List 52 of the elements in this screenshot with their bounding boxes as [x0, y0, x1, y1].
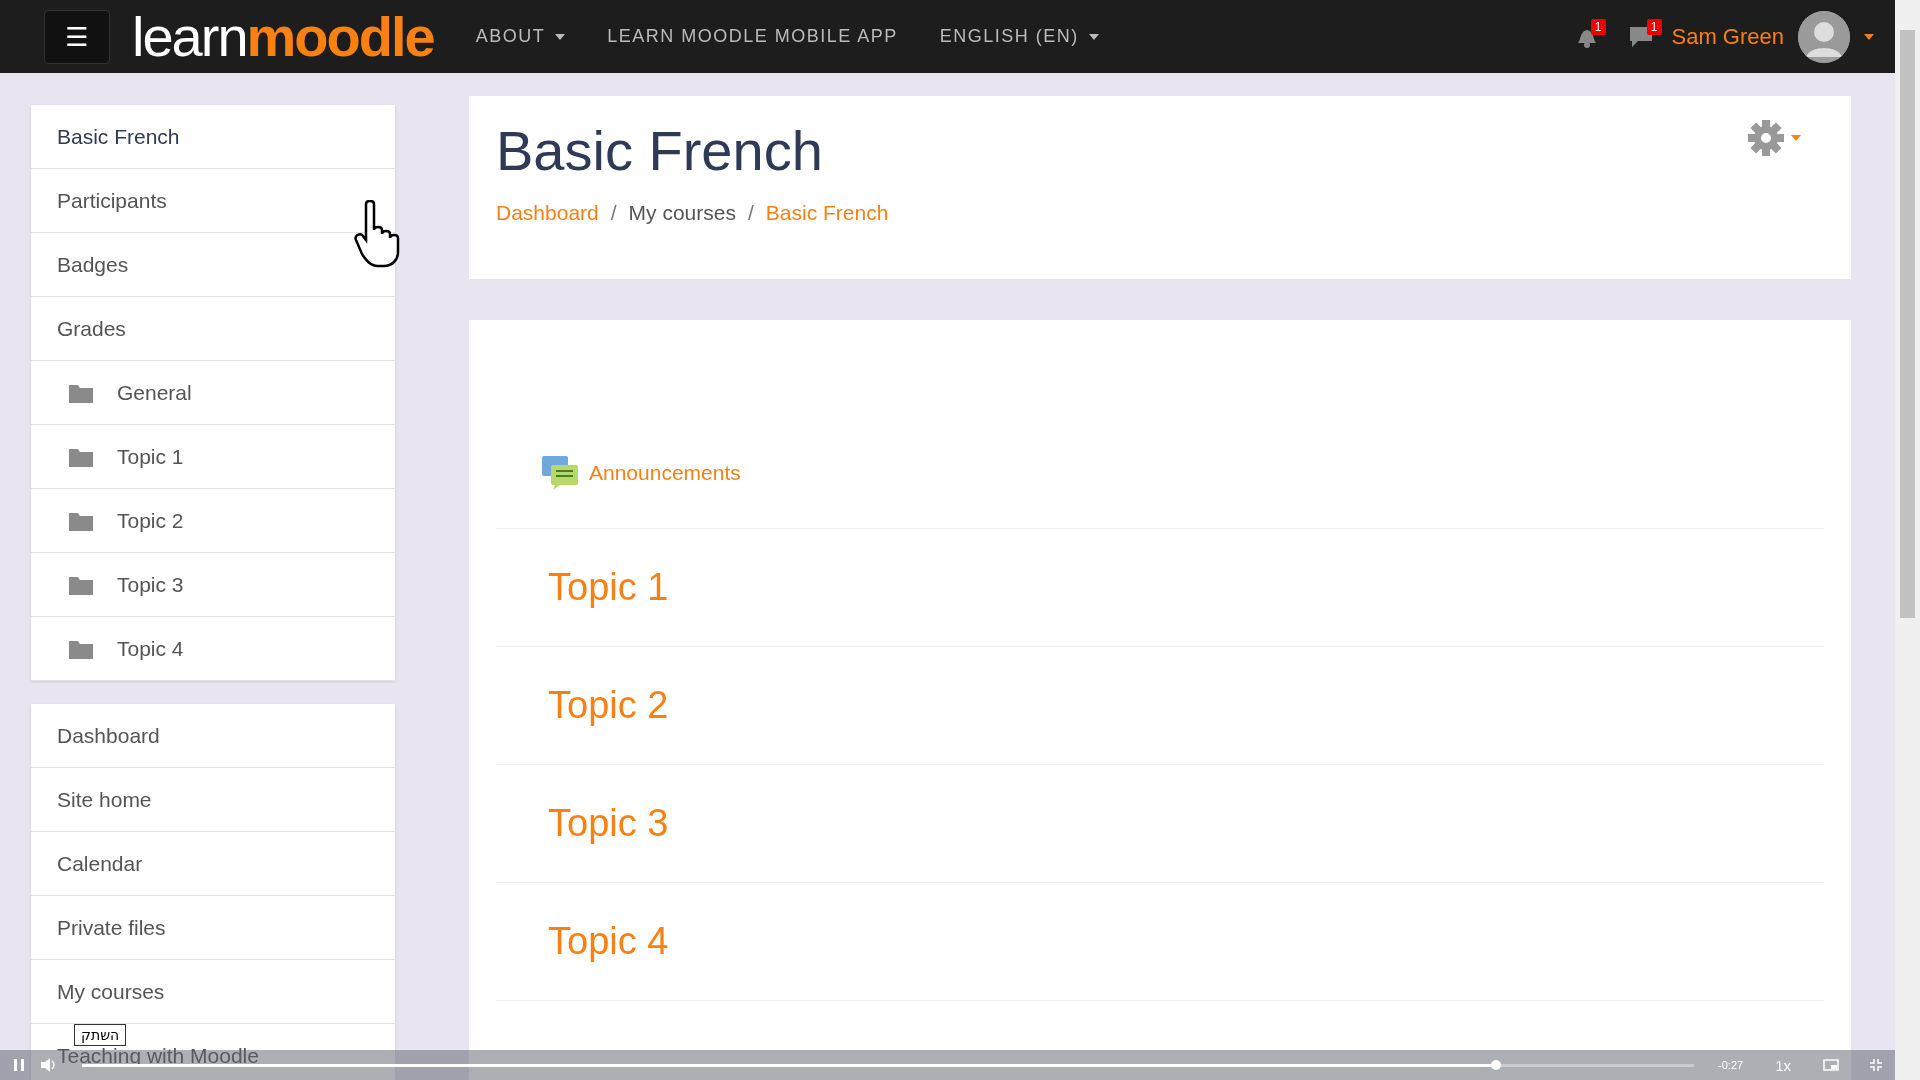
course-title-link[interactable]: Basic French: [31, 105, 395, 169]
breadcrumb-separator: /: [610, 201, 617, 225]
exit-fullscreen-icon[interactable]: [1869, 1058, 1883, 1072]
section-link[interactable]: Topic 2: [31, 489, 395, 553]
section-link[interactable]: Topic 4: [31, 617, 395, 681]
topic-heading: Topic 2: [496, 647, 1824, 765]
caret-icon: [1791, 135, 1801, 141]
time-remaining: -0:27: [1718, 1059, 1744, 1071]
caret-icon: [1864, 33, 1874, 40]
scrollbar-thumb[interactable]: [1900, 30, 1915, 618]
topic-heading: Topic 3: [496, 765, 1824, 883]
nav-item[interactable]: Dashboard: [31, 704, 395, 768]
message-count: 1: [1646, 18, 1662, 35]
section-label: Topic 3: [117, 572, 184, 597]
folder-icon: [69, 638, 93, 659]
folder-icon: [69, 574, 93, 595]
nav-item[interactable]: Grades: [31, 297, 395, 361]
menu-button[interactable]: ☰: [44, 9, 110, 64]
progress-handle[interactable]: [1490, 1059, 1501, 1070]
section-label: Topic 1: [117, 444, 184, 469]
folder-icon: [69, 446, 93, 467]
section-label: General: [117, 380, 192, 405]
nav-link[interactable]: ABOUT: [475, 26, 566, 47]
caret-icon: [555, 33, 566, 40]
section-label: Topic 2: [117, 508, 184, 533]
notification-count: 1: [1590, 18, 1606, 35]
avatar-icon[interactable]: [1798, 10, 1850, 63]
section-label: Topic 4: [117, 636, 184, 661]
nav-link[interactable]: LEARN MOODLE MOBILE APP: [607, 26, 898, 47]
tooltip: השתק: [74, 1024, 127, 1046]
page-title: Basic French: [496, 118, 823, 183]
settings-icon: [1747, 119, 1785, 157]
folder-icon: [69, 510, 93, 531]
breadcrumb-separator: /: [747, 201, 754, 225]
nav-item[interactable]: Calendar: [31, 832, 395, 896]
pause-icon[interactable]: [12, 1058, 26, 1072]
breadcrumb-item: My courses: [628, 201, 736, 225]
user-name[interactable]: Sam Green: [1671, 23, 1784, 50]
section-link[interactable]: General: [31, 361, 395, 425]
caret-icon: [1088, 33, 1099, 40]
section-link[interactable]: Topic 3: [31, 553, 395, 617]
forum-icon: [541, 455, 579, 491]
nav-link[interactable]: ENGLISH (EN): [939, 26, 1099, 47]
site-logo[interactable]: learnmoodle: [132, 8, 434, 65]
nav-item[interactable]: Private files: [31, 896, 395, 960]
picture-in-picture-icon[interactable]: [1823, 1059, 1839, 1071]
nav-item[interactable]: Site home: [31, 768, 395, 832]
folder-icon: [69, 382, 93, 403]
topic-heading: Topic 1: [496, 529, 1824, 647]
volume-icon[interactable]: [40, 1058, 58, 1072]
section-link[interactable]: Topic 1: [31, 425, 395, 489]
topic-heading: Topic 4: [496, 883, 1824, 1001]
